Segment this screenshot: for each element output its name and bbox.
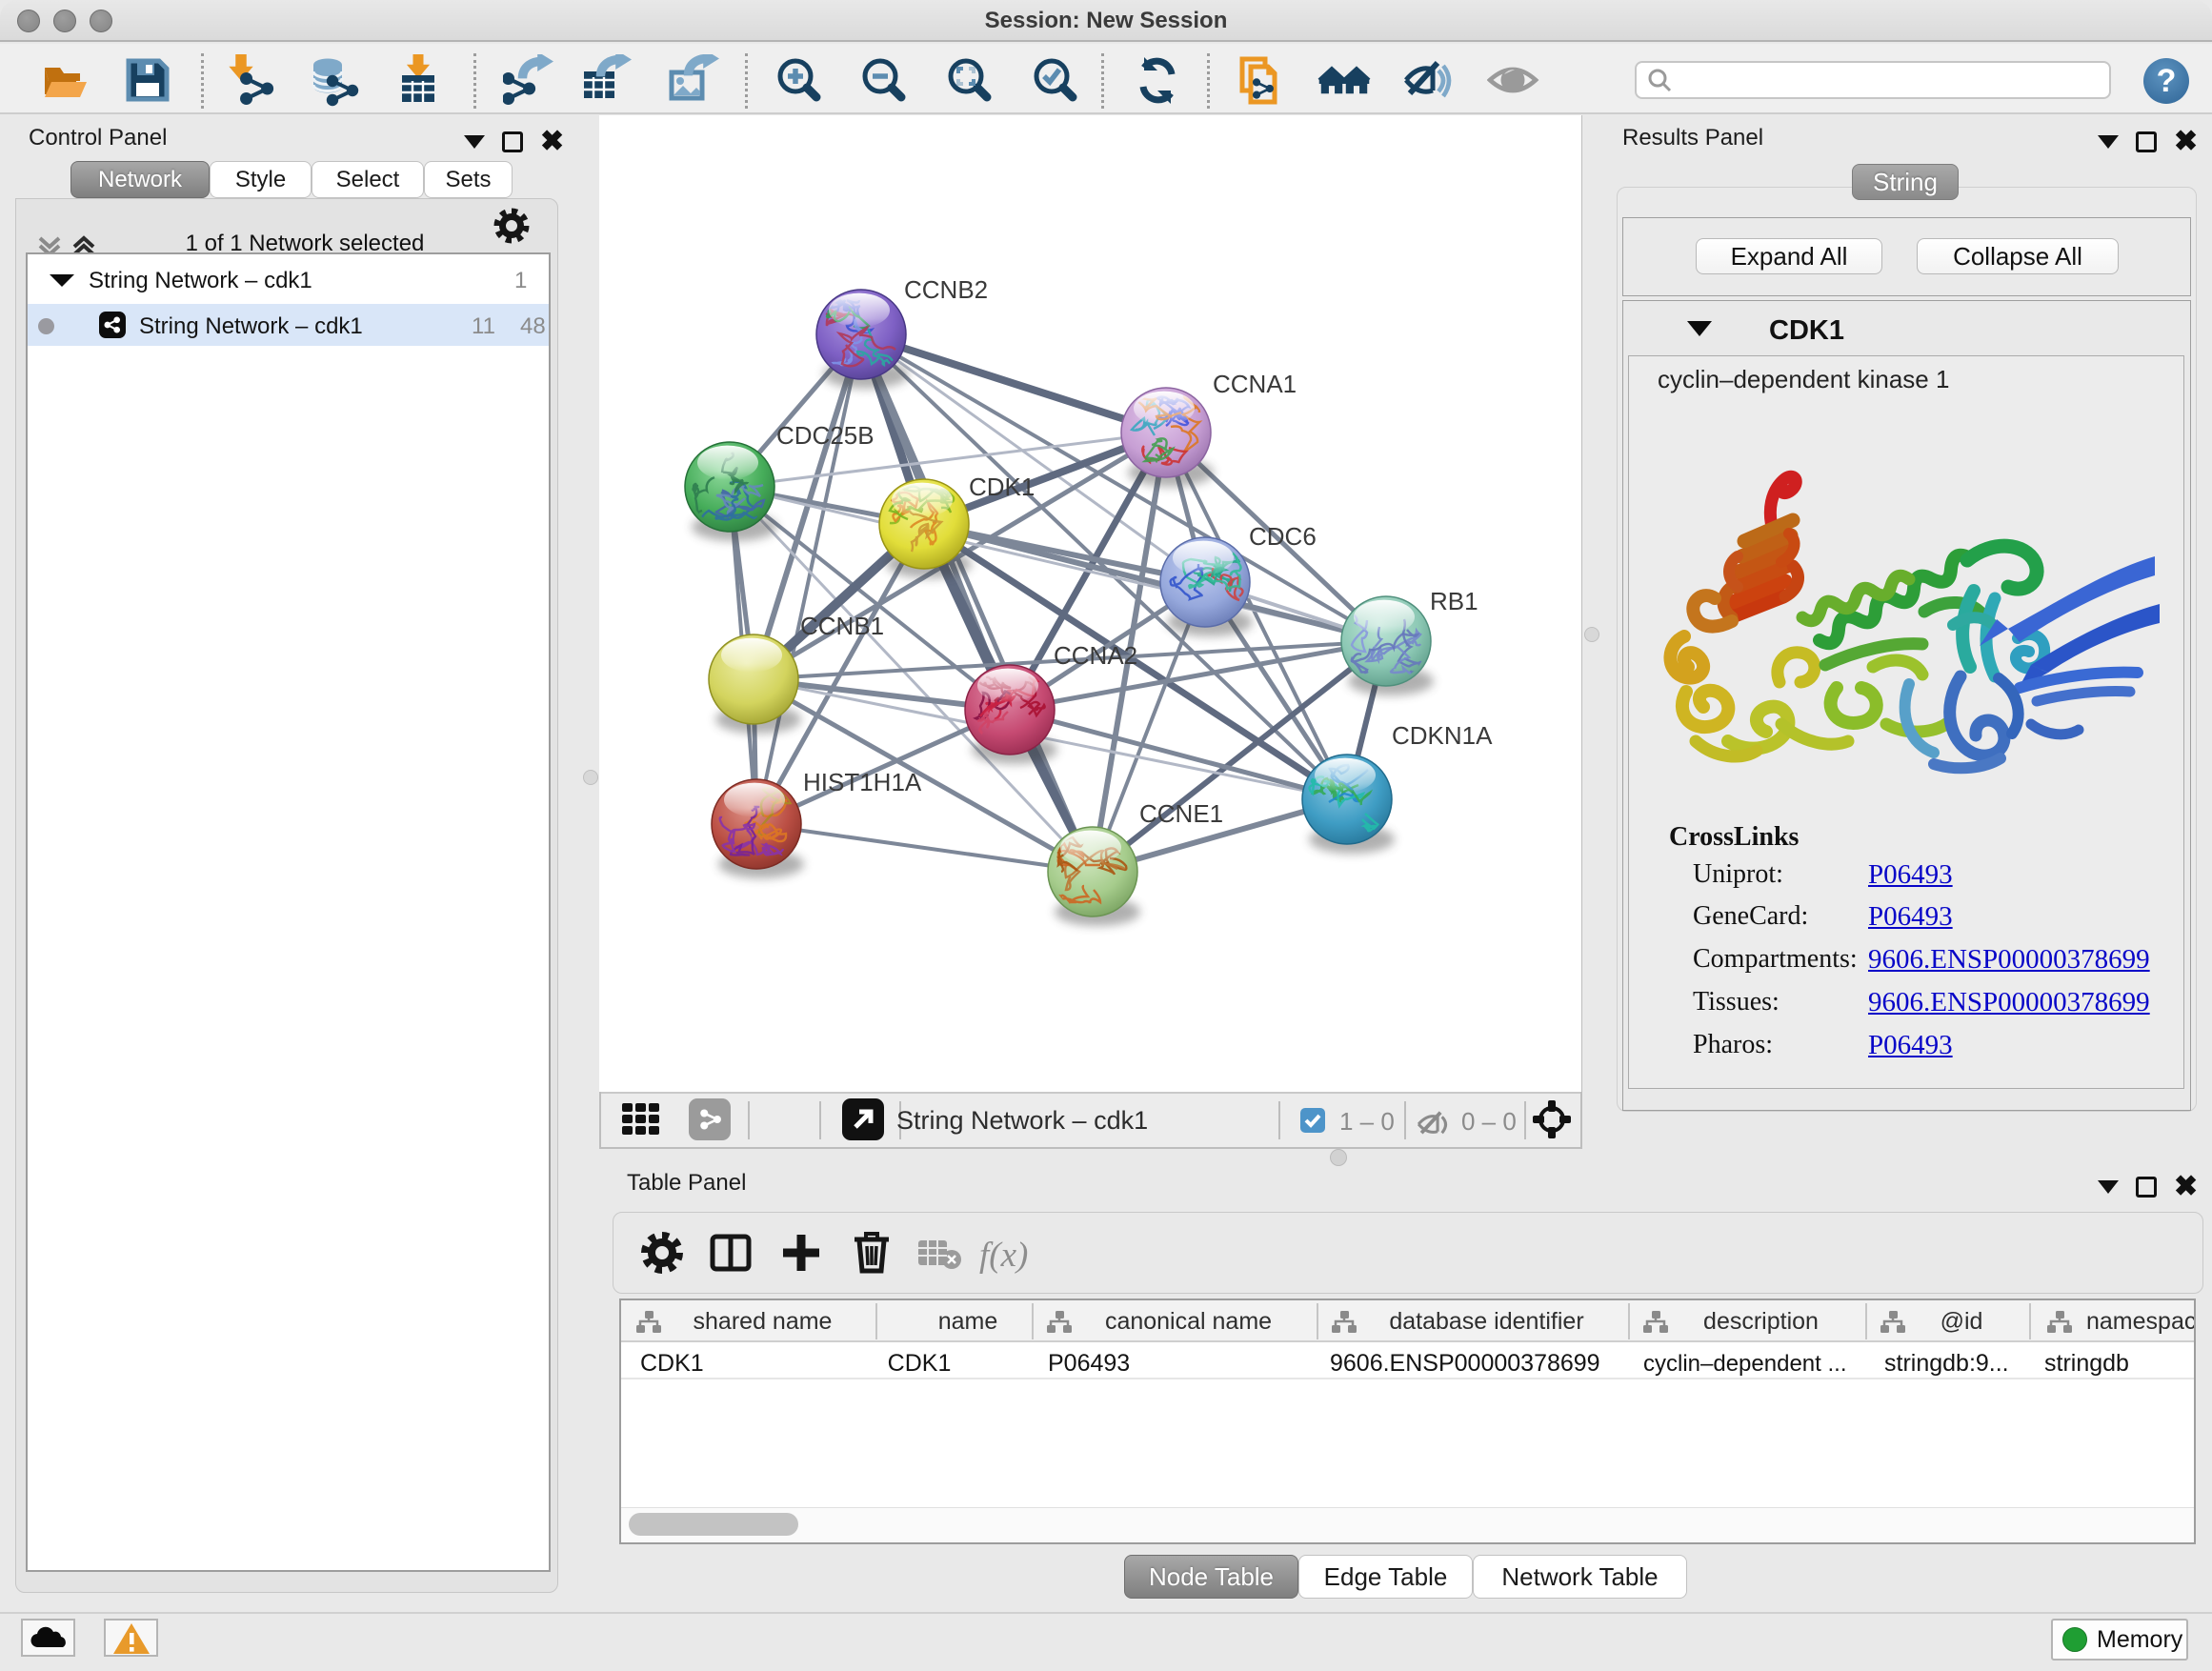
svg-text:CCNB2: CCNB2 — [904, 275, 988, 304]
svg-text:CDKN1A: CDKN1A — [1392, 721, 1493, 750]
svg-text:CCNB1: CCNB1 — [800, 612, 884, 640]
svg-text:RB1: RB1 — [1430, 587, 1478, 615]
svg-text:CCNA1: CCNA1 — [1213, 370, 1297, 398]
svg-text:HIST1H1A: HIST1H1A — [803, 768, 922, 796]
svg-text:CCNE1: CCNE1 — [1139, 799, 1223, 828]
svg-text:CDC25B: CDC25B — [776, 421, 875, 450]
svg-text:CDK1: CDK1 — [969, 473, 1035, 501]
svg-text:CCNA2: CCNA2 — [1054, 641, 1137, 670]
svg-text:CDC6: CDC6 — [1249, 522, 1317, 551]
